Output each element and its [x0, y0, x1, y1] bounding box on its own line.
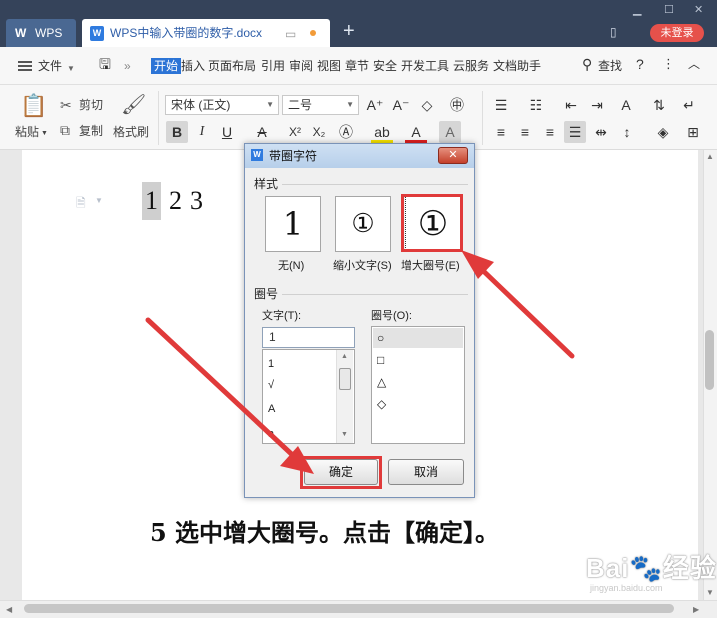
- arrow-to-enlarge: [461, 250, 575, 359]
- annotation-arrows: [145, 250, 575, 474]
- baidu-watermark-url: jingyan.baidu.com: [590, 583, 663, 593]
- baidu-watermark-logo: Bai🐾经验: [586, 553, 717, 583]
- arrow-to-ok: [145, 317, 314, 474]
